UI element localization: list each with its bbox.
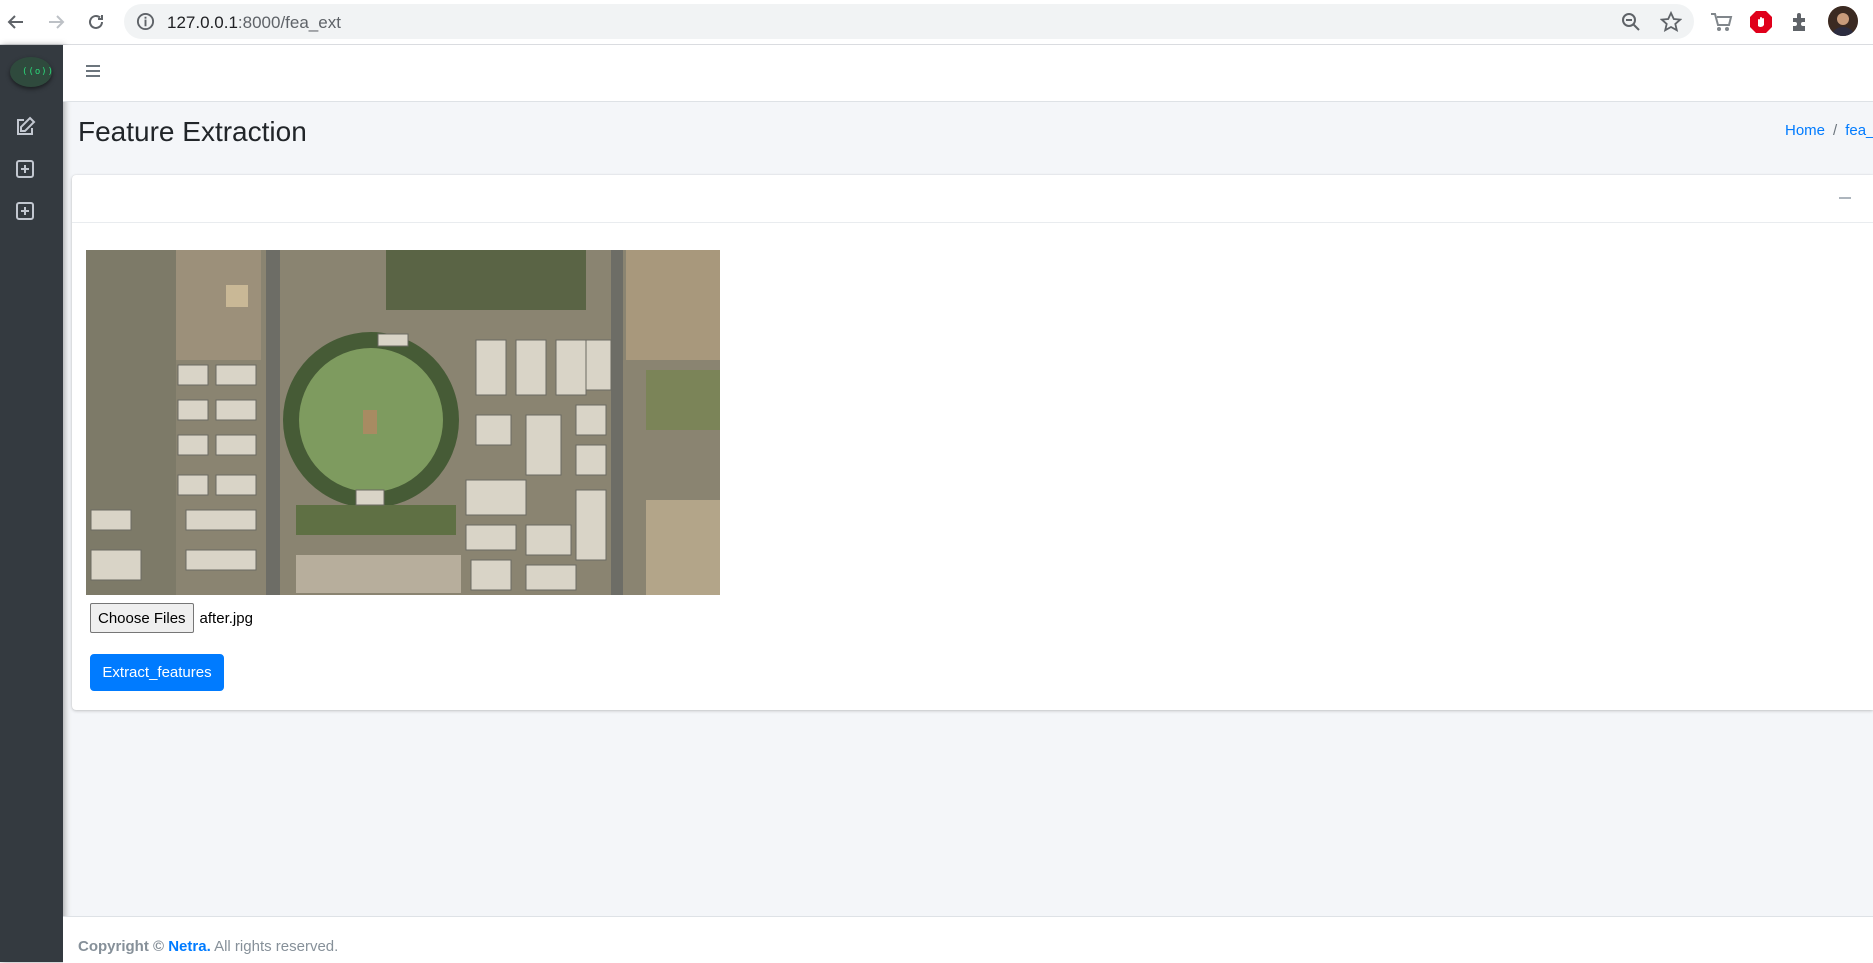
- satellite-image: [86, 250, 720, 595]
- top-navbar: [63, 45, 1873, 102]
- breadcrumb-separator: /: [1833, 122, 1838, 139]
- reload-icon[interactable]: [82, 8, 110, 36]
- address-bar[interactable]: 127.0.0.1:8000/fea_ext: [124, 4, 1694, 39]
- plus-square-icon: [16, 202, 34, 220]
- plus-square-icon: [16, 160, 34, 178]
- cart-icon[interactable]: [1708, 9, 1734, 35]
- breadcrumb-current[interactable]: fea_: [1845, 122, 1873, 139]
- star-icon[interactable]: [1659, 10, 1683, 33]
- extensions-icon[interactable]: [1788, 9, 1814, 35]
- browser-toolbar: 127.0.0.1:8000/fea_ext: [0, 0, 1873, 45]
- url-host: 127.0.0.1: [167, 13, 238, 32]
- back-arrow-icon[interactable]: [2, 8, 30, 36]
- sidebar-item-add-1[interactable]: [14, 158, 38, 182]
- profile-avatar[interactable]: [1828, 6, 1858, 36]
- brand-logo[interactable]: ((o)): [10, 57, 55, 87]
- breadcrumb: Home / fea_: [1785, 122, 1873, 139]
- edit-icon: [17, 116, 36, 135]
- choose-files-button[interactable]: Choose Files: [90, 603, 194, 633]
- brand-logo-text: ((o)): [22, 67, 55, 77]
- main-sidebar: ((o)): [0, 45, 63, 962]
- copyright-prefix: Copyright ©: [78, 938, 165, 955]
- card-header: [72, 175, 1873, 223]
- extract-features-button[interactable]: Extract_features: [90, 654, 224, 691]
- breadcrumb-home[interactable]: Home: [1785, 122, 1825, 139]
- url-path: :8000/fea_ext: [237, 13, 341, 32]
- hamburger-icon[interactable]: [85, 63, 103, 81]
- page-title: Feature Extraction: [78, 116, 307, 147]
- selected-file-name: after.jpg: [199, 609, 253, 627]
- zoom-icon[interactable]: [1620, 11, 1642, 33]
- adblock-icon[interactable]: [1748, 9, 1774, 35]
- info-icon[interactable]: [136, 12, 155, 31]
- footer-suffix: All rights reserved.: [214, 938, 339, 955]
- forward-arrow-icon[interactable]: [42, 8, 70, 36]
- feature-extraction-card: Choose Files after.jpg Extract_features: [72, 175, 1873, 710]
- collapse-icon[interactable]: [1838, 191, 1852, 205]
- sidebar-item-edit[interactable]: [14, 116, 38, 140]
- sidebar-item-add-2[interactable]: [14, 200, 38, 224]
- footer-copyright: Copyright © Netra. All rights reserved.: [78, 938, 338, 955]
- page-footer: Copyright © Netra. All rights reserved.: [63, 916, 1873, 963]
- file-input[interactable]: Choose Files after.jpg: [90, 603, 253, 633]
- url-text[interactable]: 127.0.0.1:8000/fea_ext: [167, 13, 341, 33]
- footer-brand-link[interactable]: Netra.: [168, 938, 211, 955]
